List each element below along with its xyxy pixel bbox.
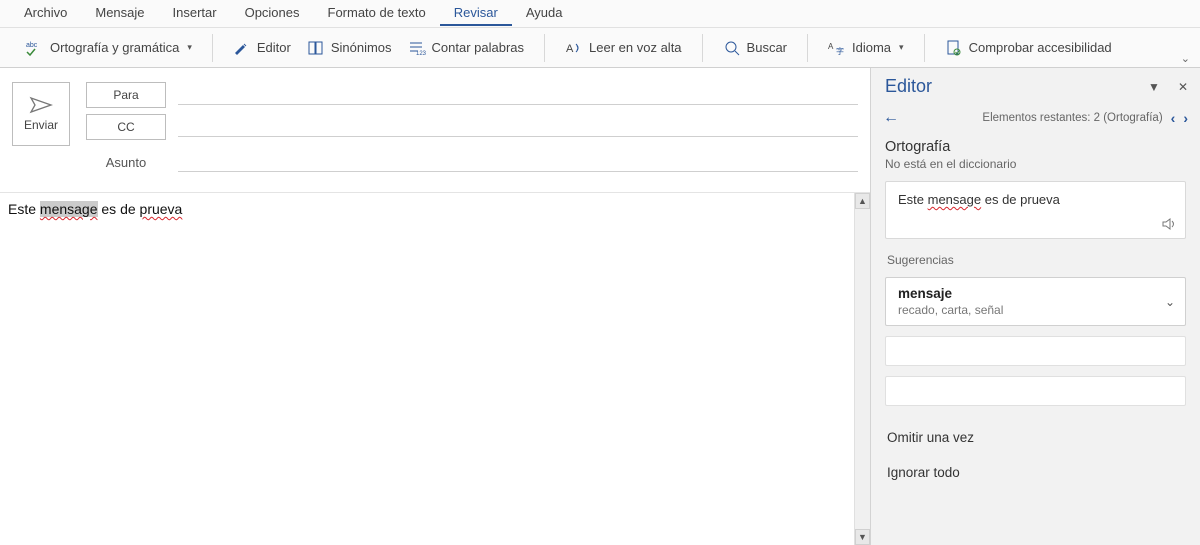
scroll-down-icon[interactable]: ▼	[855, 529, 870, 545]
search-button[interactable]: Buscar	[715, 35, 795, 61]
suggestions-label: Sugerencias	[887, 253, 1186, 267]
to-field[interactable]	[178, 85, 858, 105]
menu-opciones[interactable]: Opciones	[231, 1, 314, 26]
spelling-grammar-button[interactable]: abc Ortografía y gramática ▾	[18, 35, 200, 61]
compose-pane: Enviar Para CC Asunto Este mensage e	[0, 68, 870, 545]
cc-button[interactable]: CC	[86, 114, 166, 140]
wordcount-label: Contar palabras	[432, 40, 525, 55]
body-text-mid: es de	[98, 201, 140, 217]
main-area: Enviar Para CC Asunto Este mensage e	[0, 68, 1200, 545]
suggestion-placeholder[interactable]	[885, 336, 1186, 366]
suggestion-item[interactable]: mensaje recado, carta, señal ⌄	[885, 277, 1186, 326]
suggestion-main: mensaje	[898, 286, 1173, 301]
suggestion-placeholder[interactable]	[885, 376, 1186, 406]
language-icon: A字	[828, 39, 846, 57]
ribbon: abc Ortografía y gramática ▾ Editor Sinó…	[0, 28, 1200, 68]
synonyms-label: Sinónimos	[331, 40, 392, 55]
to-button[interactable]: Para	[86, 82, 166, 108]
accessibility-icon	[945, 39, 963, 57]
chevron-down-icon: ▾	[187, 42, 192, 53]
cc-field[interactable]	[178, 117, 858, 137]
editor-button[interactable]: Editor	[225, 35, 299, 61]
send-label: Enviar	[24, 118, 58, 132]
wordcount-icon: 123	[408, 39, 426, 57]
search-icon	[723, 39, 741, 57]
editor-label: Editor	[257, 40, 291, 55]
wordcount-button[interactable]: 123 Contar palabras	[400, 35, 533, 61]
context-pre: Este	[898, 192, 928, 207]
message-body[interactable]: Este mensage es de prueva ▲ ▼	[0, 192, 870, 545]
spelling-grammar-label: Ortografía y gramática	[50, 40, 179, 55]
menu-formato[interactable]: Formato de texto	[314, 1, 440, 26]
ignore-all-button[interactable]: Ignorar todo	[871, 455, 1200, 490]
menu-mensaje[interactable]: Mensaje	[81, 1, 158, 26]
language-label: Idioma	[852, 40, 891, 55]
synonyms-button[interactable]: Sinónimos	[299, 35, 400, 61]
pane-options-button[interactable]: ▼	[1148, 80, 1160, 94]
body-text-pre: Este	[8, 201, 40, 217]
svg-text:A: A	[566, 43, 574, 55]
body-error-1[interactable]: mensage	[40, 201, 98, 217]
body-error-2[interactable]: prueva	[140, 201, 183, 217]
svg-text:123: 123	[416, 51, 426, 57]
svg-text:A: A	[828, 42, 834, 51]
scroll-up-icon[interactable]: ▲	[855, 193, 870, 209]
context-error: mensage	[928, 192, 981, 207]
search-label: Buscar	[747, 40, 787, 55]
not-in-dictionary-label: No está en el diccionario	[885, 157, 1186, 171]
send-icon	[29, 96, 53, 114]
menu-bar: Archivo Mensaje Insertar Opciones Format…	[0, 0, 1200, 28]
context-post: es de prueva	[981, 192, 1060, 207]
editor-pane-title: Editor	[885, 76, 932, 97]
editor-pane: Editor ▼ ✕ ← Elementos restantes: 2 (Ort…	[870, 68, 1200, 545]
context-card: Este mensage es de prueva	[885, 181, 1186, 239]
read-aloud-button[interactable]: A Leer en voz alta	[557, 35, 690, 61]
menu-revisar[interactable]: Revisar	[440, 1, 512, 26]
abc-check-icon: abc	[26, 39, 44, 57]
menu-insertar[interactable]: Insertar	[159, 1, 231, 26]
pane-close-button[interactable]: ✕	[1178, 80, 1188, 94]
remaining-label: Elementos restantes: 2 (Ortografía)	[982, 112, 1162, 124]
editor-section-title: Ortografía	[885, 139, 1186, 155]
read-aloud-icon: A	[565, 39, 583, 57]
speak-button[interactable]	[1161, 216, 1177, 232]
pen-icon	[233, 39, 251, 57]
send-button[interactable]: Enviar	[12, 82, 70, 146]
body-scrollbar[interactable]: ▲ ▼	[854, 193, 870, 545]
next-issue-button[interactable]: ›	[1183, 110, 1188, 126]
svg-text:字: 字	[836, 46, 844, 56]
language-button[interactable]: A字 Idioma ▾	[820, 35, 912, 61]
chevron-down-icon[interactable]: ⌄	[1165, 295, 1175, 309]
suggestion-synonyms: recado, carta, señal	[898, 303, 1173, 317]
prev-issue-button[interactable]: ‹	[1171, 110, 1176, 126]
svg-text:abc: abc	[26, 42, 38, 49]
subject-label: Asunto	[86, 155, 166, 170]
menu-archivo[interactable]: Archivo	[10, 1, 81, 26]
ribbon-collapse-button[interactable]: ⌄	[1177, 50, 1194, 67]
check-accessibility-label: Comprobar accesibilidad	[969, 40, 1112, 55]
read-aloud-label: Leer en voz alta	[589, 40, 682, 55]
skip-once-button[interactable]: Omitir una vez	[871, 420, 1200, 455]
menu-ayuda[interactable]: Ayuda	[512, 1, 577, 26]
chevron-down-icon: ▾	[899, 42, 904, 53]
check-accessibility-button[interactable]: Comprobar accesibilidad	[937, 35, 1120, 61]
editor-back-button[interactable]: ←	[883, 109, 899, 127]
book-icon	[307, 39, 325, 57]
subject-field[interactable]	[178, 152, 858, 172]
